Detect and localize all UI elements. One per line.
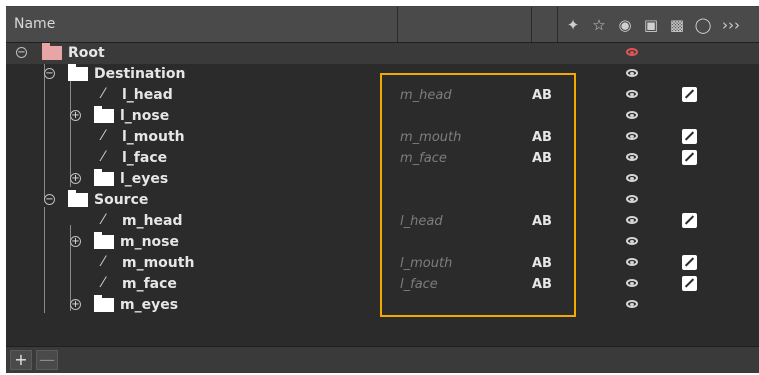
eye-icon[interactable] — [626, 279, 638, 287]
eye-icon[interactable] — [626, 258, 638, 266]
curve-icon: ⁄ — [102, 212, 105, 228]
eye-icon[interactable] — [626, 153, 638, 161]
collapse-icon[interactable]: − — [16, 47, 27, 58]
lock-box-icon[interactable] — [682, 150, 697, 165]
eye-icon[interactable] — [626, 90, 638, 98]
lock-box-icon[interactable] — [682, 213, 697, 228]
curve-icon: ⁄ — [102, 128, 105, 144]
lock-box-icon[interactable] — [682, 276, 697, 291]
tree-row-label: m_head — [122, 213, 183, 229]
eye-icon[interactable] — [626, 174, 638, 182]
folder-icon — [68, 64, 88, 81]
name-column-header[interactable]: Name — [6, 7, 398, 42]
eye-icon[interactable] — [626, 132, 638, 140]
lock-box-icon[interactable] — [682, 87, 697, 102]
lock-icon[interactable]: ▣ — [638, 7, 664, 42]
node-tree-panel: Name ✦ ☆ ◉ ▣ ▩ ◯ ››› − Root − Destinatio… — [6, 6, 759, 373]
expand-icon[interactable]: + — [70, 110, 81, 121]
folder-icon — [94, 232, 114, 249]
tree-row-label: l_eyes — [120, 171, 169, 187]
tree-row-label: Source — [94, 192, 149, 208]
footer-toolbar: + — — [6, 346, 759, 373]
tree-row-label: l_mouth — [122, 129, 185, 145]
lock-box-icon[interactable] — [682, 255, 697, 270]
remove-button[interactable]: — — [36, 350, 58, 370]
eye-icon[interactable] — [626, 195, 638, 203]
lock-box-icon[interactable] — [682, 129, 697, 144]
eye-icon[interactable] — [626, 237, 638, 245]
tree-row-label: m_eyes — [120, 297, 179, 313]
add-point-icon[interactable]: ✦ — [560, 7, 586, 42]
tree-row-label: Destination — [94, 66, 186, 82]
curve-icon: ⁄ — [102, 86, 105, 102]
name-column-label: Name — [14, 16, 56, 32]
folder-icon — [42, 43, 62, 60]
folder-icon — [68, 190, 88, 207]
expand-icon[interactable]: + — [70, 236, 81, 247]
eye-icon[interactable]: ◉ — [612, 7, 638, 42]
tree-row-label: Root — [68, 45, 105, 61]
tree-row-label: m_face — [122, 276, 177, 292]
lock-box-icon[interactable]: ▩ — [664, 7, 690, 42]
tree-row-label: l_head — [122, 87, 173, 103]
tree-row-label: m_nose — [120, 234, 180, 250]
separator-column — [532, 7, 558, 42]
tree-row-label: l_nose — [120, 108, 170, 124]
pin-icon[interactable]: ☆ — [586, 7, 612, 42]
more-columns-icon[interactable]: ››› — [718, 7, 744, 42]
folder-icon — [94, 169, 114, 186]
expand-icon[interactable]: + — [70, 299, 81, 310]
collapse-icon[interactable]: − — [44, 194, 55, 205]
tree-row-label: l_face — [122, 150, 168, 166]
expand-icon[interactable]: + — [70, 173, 81, 184]
eye-icon[interactable] — [626, 216, 638, 224]
eye-icon[interactable] — [626, 48, 638, 56]
curve-icon: ⁄ — [102, 149, 105, 165]
eye-icon[interactable] — [626, 69, 638, 77]
tree-row-label: m_mouth — [122, 255, 195, 271]
ellipse-icon[interactable]: ◯ — [690, 7, 716, 42]
tree-row-root[interactable]: − Root — [6, 43, 759, 64]
curve-icon: ⁄ — [102, 275, 105, 291]
add-button[interactable]: + — [10, 350, 32, 370]
collapse-icon[interactable]: − — [44, 68, 55, 79]
folder-icon — [94, 295, 114, 312]
eye-icon[interactable] — [626, 111, 638, 119]
eye-icon[interactable] — [626, 300, 638, 308]
mapping-highlight-box — [380, 73, 576, 317]
column-header: Name ✦ ☆ ◉ ▣ ▩ ◯ ››› — [6, 7, 759, 43]
curve-icon: ⁄ — [102, 254, 105, 270]
blank-column-header — [398, 7, 532, 42]
folder-icon — [94, 106, 114, 123]
